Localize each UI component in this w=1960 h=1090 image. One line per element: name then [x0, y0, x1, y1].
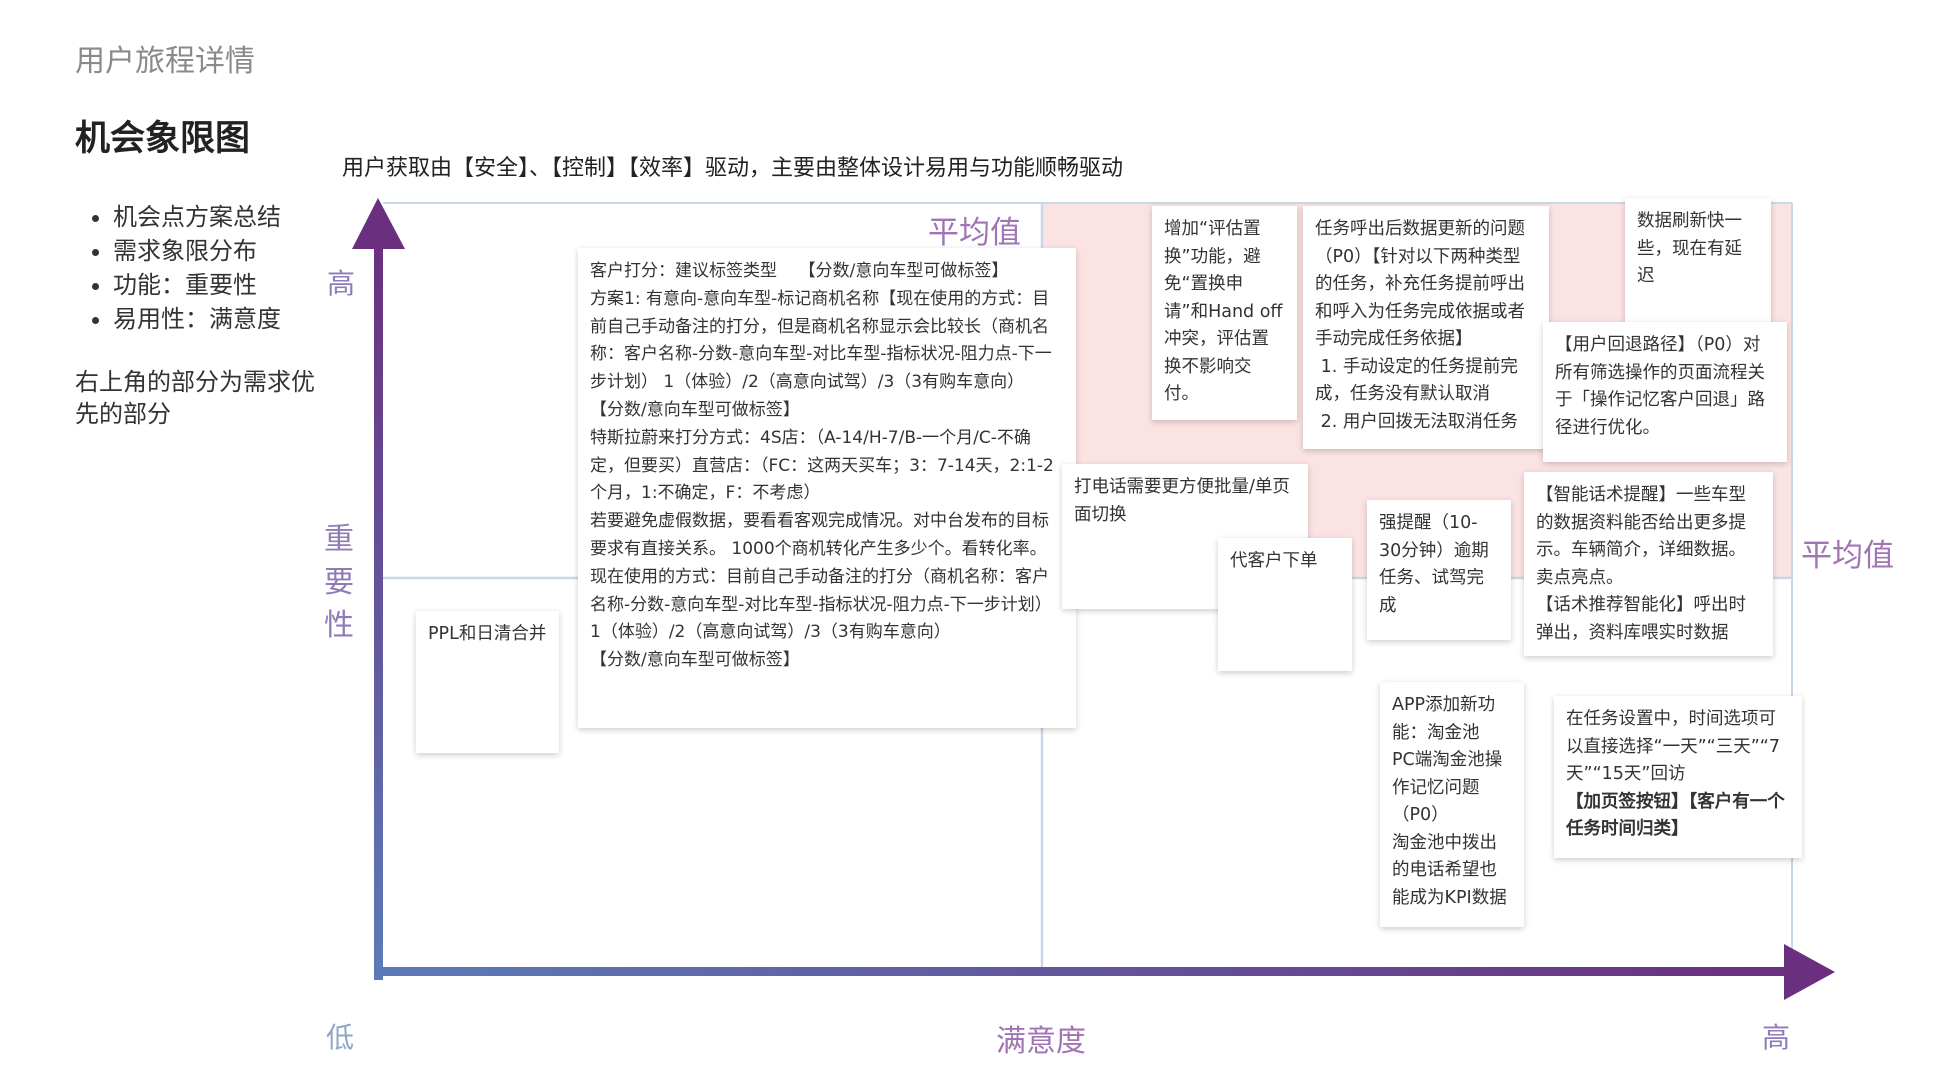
summary-item: 机会点方案总结: [113, 200, 281, 234]
summary-item: 功能：重要性: [113, 268, 281, 302]
average-label-top: 平均值: [928, 215, 1021, 251]
note-card-evaluate-replace: 增加“评估置换”功能，避免“置换申请”和Hand off冲突，评估置换不影响交付…: [1152, 206, 1297, 420]
summary-list: 机会点方案总结 需求象限分布 功能：重要性 易用性：满意度: [85, 200, 281, 336]
priority-note: 右上角的部分为需求优先的部分: [75, 368, 315, 428]
note-card-strong-remind: 强提醒（10-30分钟）逾期任务、试驾完成: [1367, 500, 1511, 640]
summary-item: 易用性：满意度: [113, 302, 281, 336]
x-axis-line: [374, 967, 1794, 976]
x-axis-high-label: 高: [1762, 1021, 1791, 1054]
chart-subtitle: 用户获取由【安全】、【控制】【效率】驱动，主要由整体设计易用与功能顺畅驱动: [342, 156, 1124, 181]
x-axis-arrow: [1784, 944, 1835, 1000]
y-axis-title: 重要性: [324, 522, 354, 643]
y-axis-high-label: 高: [327, 267, 356, 300]
note-card-user-back: 【用户回退路径】（P0）对所有筛选操作的页面流程关于「操作记忆客户回退」路径进行…: [1543, 322, 1787, 462]
x-axis-low-label: 低: [326, 1021, 355, 1054]
note-card-task-update: 任务呼出后数据更新的问题（P0）【针对以下两种类型的任务，补充任务提前呼出和呼入…: [1303, 206, 1549, 449]
x-axis-title: 满意度: [996, 1024, 1086, 1059]
page-label: 用户旅程详情: [75, 44, 255, 79]
note-card-scoring: 客户打分：建议标签类型 【分数/意向车型可做标签】 方案1: 有意向-意向车型-…: [578, 248, 1076, 728]
y-axis-arrow: [352, 198, 405, 249]
y-axis-line: [374, 245, 383, 980]
note-card-data-refresh: 数据刷新快一些，现在有延迟: [1625, 198, 1771, 338]
summary-item: 需求象限分布: [113, 234, 281, 268]
page-heading: 机会象限图: [75, 119, 251, 159]
task-time-bold-text: 【加页签按钮】【客户有一个任务时间归类】: [1566, 791, 1785, 840]
average-label-right: 平均值: [1801, 538, 1894, 574]
note-card-smart-script: 【智能话术提醒】一些车型的数据资料能否给出更多提示。车辆简介，详细数据。卖点亮点…: [1524, 472, 1773, 656]
task-time-text: 在任务设置中，时间选项可以直接选择“一天”“三天”“7天”“15天”回访: [1566, 709, 1780, 784]
note-card-proxy-order: 代客户下单: [1218, 538, 1352, 671]
note-card-task-time: 在任务设置中，时间选项可以直接选择“一天”“三天”“7天”“15天”回访 【加页…: [1554, 696, 1802, 858]
note-card-app-pool: APP添加新功能：淘金池 PC端淘金池操作记忆问题（P0） 淘金池中拨出的电话希…: [1380, 682, 1524, 927]
note-card-ppl: PPL和日清合并: [416, 611, 559, 753]
